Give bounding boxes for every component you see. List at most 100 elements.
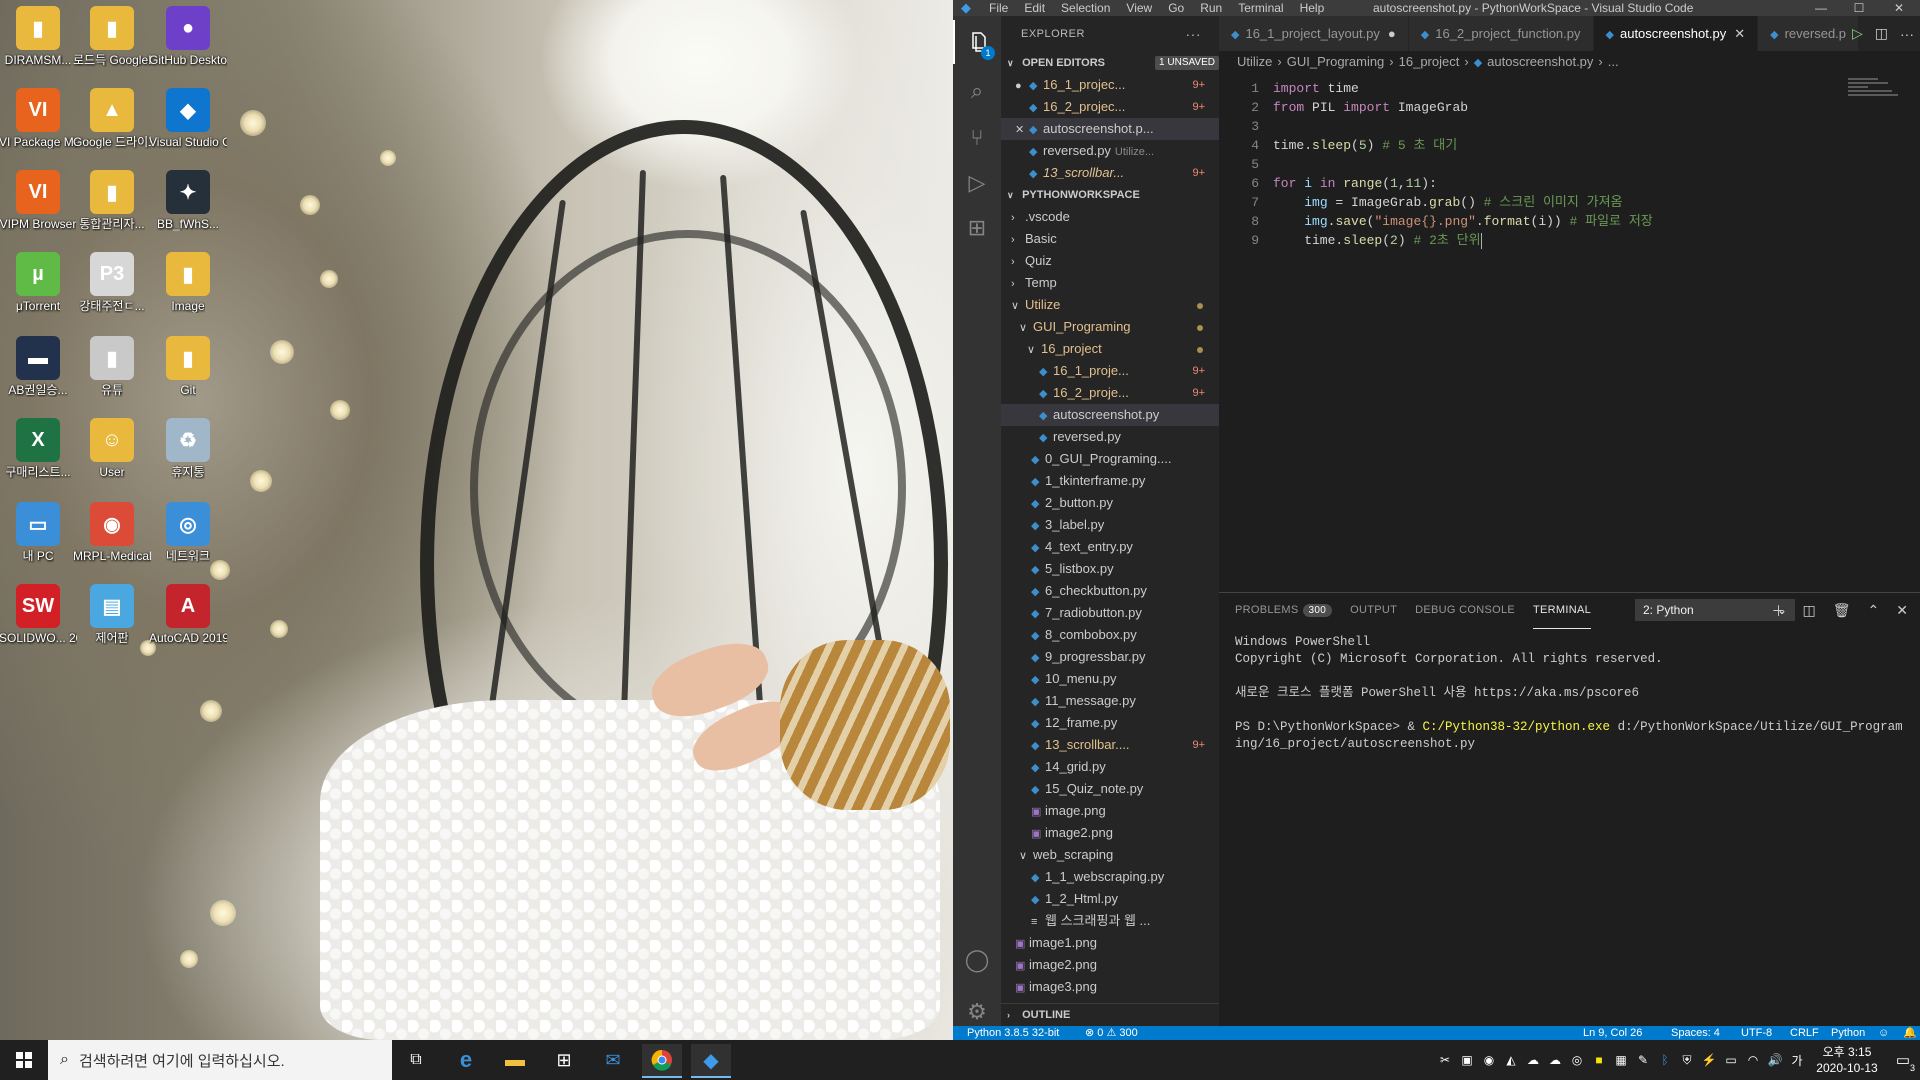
tree-file[interactable]: ▣ image2.png	[1001, 954, 1219, 976]
account-icon[interactable]: ◯	[953, 938, 1001, 982]
tree-file[interactable]: ◆ 6_checkbutton.py	[1001, 580, 1219, 602]
desktop-icon[interactable]: ▮ Git	[152, 336, 224, 397]
desktop-icon[interactable]: ◉ MRPL-Medical Ra...	[73, 502, 151, 563]
menu-item-view[interactable]: View	[1118, 0, 1160, 16]
kakaotalk-icon[interactable]: ■	[1588, 1053, 1610, 1067]
desktop-icon[interactable]: VI VI Package Manager	[0, 88, 77, 149]
tree-file[interactable]: ◆ autoscreenshot.py	[1001, 404, 1219, 426]
panel-tab-problems[interactable]: PROBLEMS 300	[1235, 593, 1333, 628]
action-center-icon[interactable]: ▭ 3	[1886, 1051, 1920, 1073]
breadcrumb-item[interactable]: autoscreenshot.py	[1487, 54, 1593, 69]
minimize-icon[interactable]: —	[1806, 0, 1836, 16]
tree-file[interactable]: ◆ 9_progressbar.py	[1001, 646, 1219, 668]
desktop-icon[interactable]: SW SOLIDWO... 2018	[0, 584, 77, 645]
menu-item-selection[interactable]: Selection	[1053, 0, 1118, 16]
bluetooth-icon[interactable]: ᛒ	[1654, 1053, 1676, 1067]
search-icon[interactable]: ⌕	[953, 69, 1001, 113]
desktop-icon[interactable]: ▭ 내 PC	[2, 502, 74, 563]
menu-item-go[interactable]: Go	[1160, 0, 1192, 16]
split-terminal-icon[interactable]: ◫	[1803, 602, 1816, 619]
tree-folder[interactable]: › .vscode	[1001, 206, 1219, 228]
open-editor-item[interactable]: ✕ ◆ autoscreenshot.p...	[1001, 118, 1219, 140]
panel-tab-debug-console[interactable]: DEBUG CONSOLE	[1415, 593, 1515, 628]
tree-file[interactable]: ◆ 14_grid.py	[1001, 756, 1219, 778]
discord-icon[interactable]: ◉	[1478, 1053, 1500, 1067]
desktop-icon[interactable]: µ μTorrent	[2, 252, 74, 313]
file-explorer-icon[interactable]: ▬	[495, 1044, 535, 1078]
breadcrumb-item[interactable]: GUI_Programing	[1287, 54, 1385, 69]
ime-indicator[interactable]: 가	[1786, 1052, 1808, 1069]
task-view-icon[interactable]: ⧉	[392, 1040, 440, 1080]
desktop-icon[interactable]: ▬ AB권일승...	[2, 336, 74, 397]
tray-app-icon[interactable]: ✂	[1434, 1053, 1456, 1067]
edge-browser-icon[interactable]: e	[446, 1044, 486, 1078]
maximize-icon[interactable]: ☐	[1844, 0, 1874, 16]
kill-terminal-icon[interactable]: 🗑	[1833, 602, 1851, 619]
menu-item-run[interactable]: Run	[1192, 0, 1230, 16]
close-icon[interactable]: ✕	[1884, 0, 1914, 16]
status-cursor-position[interactable]: Ln 9, Col 26	[1583, 1026, 1642, 1040]
unsaved-dot-icon[interactable]: ●	[1015, 75, 1029, 96]
desktop-icon[interactable]: ▮ 로드득 GoogleDriver	[73, 6, 151, 67]
tree-file[interactable]: ◆ reversed.py	[1001, 426, 1219, 448]
status-eol[interactable]: CRLF	[1790, 1026, 1819, 1040]
source-control-icon[interactable]: ⑂	[953, 116, 1001, 160]
microsoft-store-icon[interactable]: ⊞	[544, 1044, 584, 1078]
editor-tab[interactable]: ◆ 16_1_project_layout.py ●	[1219, 16, 1409, 51]
desktop-icon[interactable]: ✦ BB_fWhS...	[152, 170, 224, 231]
tree-file[interactable]: ◆ 16_1_proje... 9+	[1001, 360, 1219, 382]
menu-item-terminal[interactable]: Terminal	[1230, 0, 1291, 16]
explorer-icon[interactable]: 1	[953, 20, 1003, 64]
start-windows-icon[interactable]	[0, 1040, 48, 1080]
desktop-icon[interactable]: ▮ 유튜	[76, 336, 148, 397]
close-editor-icon[interactable]: ✕	[1015, 119, 1029, 140]
desktop-icon[interactable]: X 구매리스트...	[2, 418, 74, 479]
wifi-icon[interactable]: ◠	[1742, 1053, 1764, 1067]
feedback-icon[interactable]: ☺	[1878, 1026, 1889, 1040]
editor-tab[interactable]: ◆ autoscreenshot.py ✕	[1593, 16, 1759, 51]
outline-section[interactable]: › OUTLINE	[1001, 1003, 1219, 1026]
tree-file[interactable]: ▣ image3.png	[1001, 976, 1219, 998]
tree-file[interactable]: ▣ image1.png	[1001, 932, 1219, 954]
chrome-icon[interactable]	[642, 1044, 682, 1078]
tree-file[interactable]: ◆ 11_message.py	[1001, 690, 1219, 712]
new-terminal-icon[interactable]: ＋	[1772, 601, 1786, 621]
extensions-icon[interactable]: ⊞	[953, 206, 1001, 250]
menu-item-file[interactable]: File	[981, 0, 1016, 16]
tree-file[interactable]: ◆ 3_label.py	[1001, 514, 1219, 536]
desktop-icon[interactable]: ◎ 네트워크	[152, 502, 224, 563]
maximize-panel-icon[interactable]: ⌃	[1868, 602, 1880, 619]
open-editor-item[interactable]: ◆ 13_scrollbar... 9+	[1001, 162, 1219, 184]
status-problems[interactable]: ⊗ 0 ⚠ 300	[1085, 1026, 1138, 1040]
more-editor-actions-icon[interactable]: ···	[1900, 26, 1914, 42]
tree-file[interactable]: ◆ 1_2_Html.py	[1001, 888, 1219, 910]
tree-folder[interactable]: ∨ GUI_Programing	[1001, 316, 1219, 338]
status-language[interactable]: Python	[1831, 1026, 1865, 1040]
desktop-icon[interactable]: ▮ DIRAMSM...	[2, 6, 74, 67]
unsaved-dot-icon[interactable]: ●	[1388, 26, 1396, 41]
status-indentation[interactable]: Spaces: 4	[1671, 1026, 1720, 1040]
tree-file[interactable]: ◆ 7_radiobutton.py	[1001, 602, 1219, 624]
tray-app-icon[interactable]: ⚡	[1698, 1053, 1720, 1067]
breadcrumb-item[interactable]: 16_project	[1399, 54, 1460, 69]
onedrive-cloud-icon[interactable]: ☁	[1522, 1053, 1544, 1067]
open-editor-item[interactable]: ◆ reversed.py Utilize...	[1001, 140, 1219, 162]
tray-app-icon[interactable]: ◎	[1566, 1053, 1588, 1067]
tree-folder[interactable]: ∨ Utilize	[1001, 294, 1219, 316]
run-python-file-icon[interactable]: ▷	[1852, 25, 1863, 42]
notifications-bell-icon[interactable]: 🔔	[1903, 1026, 1917, 1040]
panel-tab-output[interactable]: OUTPUT	[1350, 593, 1397, 628]
close-tab-icon[interactable]: ✕	[1734, 26, 1745, 41]
desktop-icon[interactable]: P3 강태주전ㄷ...	[76, 252, 148, 313]
breadcrumb-item[interactable]: Utilize	[1237, 54, 1272, 69]
tree-folder[interactable]: › Quiz	[1001, 250, 1219, 272]
mail-icon[interactable]: ✉	[593, 1044, 633, 1078]
desktop-icon[interactable]: ● GitHub Desktop	[149, 6, 227, 67]
tree-file[interactable]: ◆ 1_tkinterframe.py	[1001, 470, 1219, 492]
status-encoding[interactable]: UTF-8	[1741, 1026, 1772, 1040]
desktop-icon[interactable]: ♻ 휴지통	[152, 418, 224, 479]
close-panel-icon[interactable]: ✕	[1896, 602, 1908, 619]
menu-item-edit[interactable]: Edit	[1016, 0, 1053, 16]
tree-file[interactable]: ◆ 4_text_entry.py	[1001, 536, 1219, 558]
taskbar-search-box[interactable]: ⌕ 검색하려면 여기에 입력하십시오.	[48, 1040, 392, 1080]
